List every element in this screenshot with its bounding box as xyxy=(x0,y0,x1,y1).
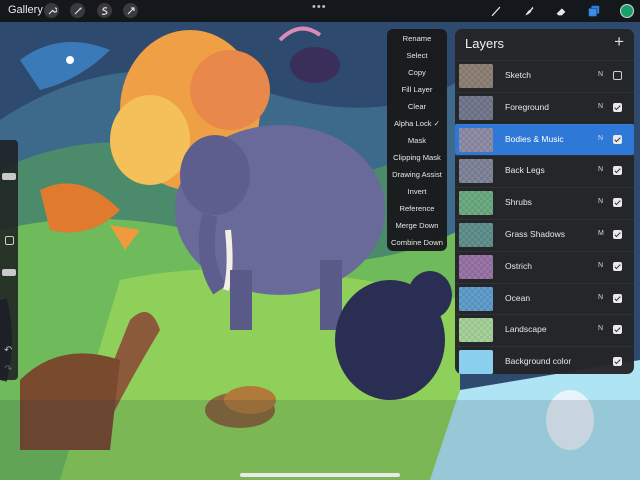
menu-item-rename[interactable]: Rename xyxy=(387,30,447,47)
blend-mode-button[interactable]: N xyxy=(598,294,603,301)
layers-panel: Layers + Sketch N Foreground N Bodies & Musi… xyxy=(455,29,634,377)
menu-item-reference[interactable]: Reference xyxy=(387,200,447,217)
layer-thumbnail xyxy=(459,286,493,311)
brush-size-slider[interactable] xyxy=(2,173,16,181)
menu-item-select[interactable]: Select xyxy=(387,47,447,64)
layer-thumbnail xyxy=(459,318,493,343)
layer-thumbnail xyxy=(459,64,493,88)
add-layer-button[interactable]: + xyxy=(614,32,624,52)
layers-icon[interactable] xyxy=(586,3,602,19)
layer-thumbnail xyxy=(459,159,493,184)
layer-name: Ocean xyxy=(505,292,531,303)
menu-item-mask[interactable]: Mask xyxy=(387,132,447,149)
layer-row[interactable]: Ocean N xyxy=(455,282,634,314)
brush-icon[interactable] xyxy=(488,3,504,19)
visibility-checkbox[interactable] xyxy=(613,293,622,303)
color-picker[interactable] xyxy=(620,4,634,18)
visibility-checkbox[interactable] xyxy=(613,325,622,335)
home-indicator xyxy=(240,473,400,477)
layer-thumbnail xyxy=(459,95,493,120)
layers-panel-title: Layers xyxy=(465,36,505,51)
menu-item-clipping-mask[interactable]: Clipping Mask xyxy=(387,149,447,166)
blend-mode-button[interactable]: N xyxy=(598,262,603,269)
undo-icon[interactable]: ↶ xyxy=(4,345,12,356)
layer-row[interactable]: Ostrich N xyxy=(455,250,634,282)
menu-item-fill-layer[interactable]: Fill Layer xyxy=(387,81,447,98)
blend-mode-button[interactable]: M xyxy=(598,230,604,237)
blend-mode-button[interactable]: N xyxy=(598,166,603,173)
arrow-transform-icon[interactable] xyxy=(123,3,138,18)
menu-item-clear[interactable]: Clear xyxy=(387,98,447,115)
layer-row[interactable]: Landscape N xyxy=(455,314,634,345)
menu-item-invert[interactable]: Invert xyxy=(387,183,447,200)
blend-mode-button[interactable]: N xyxy=(598,135,603,142)
layer-name: Back Legs xyxy=(505,165,545,176)
layer-row[interactable]: Bodies & Music N xyxy=(455,123,634,155)
layer-row[interactable]: Back Legs N xyxy=(455,155,634,186)
layer-thumbnail xyxy=(459,254,493,279)
menu-item-merge-down[interactable]: Merge Down xyxy=(387,217,447,234)
layer-options-menu: Rename Select Copy Fill Layer Clear Alph… xyxy=(387,29,447,251)
visibility-checkbox[interactable] xyxy=(613,230,622,239)
layer-name: Background color xyxy=(505,356,572,367)
visibility-checkbox[interactable] xyxy=(613,198,622,208)
blend-mode-button[interactable]: N xyxy=(598,103,603,110)
layer-row[interactable]: Grass Shadows M xyxy=(455,219,634,250)
eraser-icon[interactable] xyxy=(553,3,569,19)
layer-row[interactable]: Background color xyxy=(455,346,634,377)
smudge-icon[interactable] xyxy=(521,3,537,19)
visibility-checkbox[interactable] xyxy=(613,71,622,80)
gallery-button[interactable]: Gallery xyxy=(8,4,43,16)
blend-mode-button[interactable]: N xyxy=(598,325,603,332)
layer-thumbnail xyxy=(459,127,493,152)
modify-button[interactable] xyxy=(5,236,14,245)
layer-thumbnail xyxy=(459,350,493,375)
visibility-checkbox[interactable] xyxy=(613,134,622,144)
layer-row[interactable]: Shrubs N xyxy=(455,187,634,218)
menu-item-drawing-assist[interactable]: Drawing Assist xyxy=(387,166,447,183)
menu-item-copy[interactable]: Copy xyxy=(387,64,447,81)
layer-name: Landscape xyxy=(505,324,547,335)
wrench-icon[interactable] xyxy=(44,3,59,18)
blend-mode-button[interactable]: N xyxy=(598,198,603,205)
visibility-checkbox[interactable] xyxy=(613,166,622,176)
left-sidebar: ↶ ↷ xyxy=(0,140,18,380)
menu-item-alpha-lock[interactable]: Alpha Lock ✓ xyxy=(387,115,447,132)
selection-s-icon[interactable] xyxy=(97,3,112,18)
layer-name: Foreground xyxy=(505,101,549,112)
top-toolbar: Gallery ••• xyxy=(0,0,640,22)
visibility-checkbox[interactable] xyxy=(613,261,622,271)
layer-thumbnail xyxy=(459,223,493,247)
layer-name: Shrubs xyxy=(505,197,532,208)
menu-item-combine-down[interactable]: Combine Down xyxy=(387,234,447,251)
layer-name: Ostrich xyxy=(505,260,532,271)
visibility-checkbox[interactable] xyxy=(613,102,622,112)
magic-wand-icon[interactable] xyxy=(70,3,85,18)
layer-row[interactable]: Foreground N xyxy=(455,91,634,123)
visibility-checkbox[interactable] xyxy=(613,357,622,367)
layer-row[interactable]: Sketch N xyxy=(455,60,634,91)
layer-name: Bodies & Music xyxy=(505,133,564,144)
blend-mode-button[interactable]: N xyxy=(598,71,603,78)
layer-name: Sketch xyxy=(505,70,531,80)
more-options-icon[interactable]: ••• xyxy=(312,2,327,13)
opacity-slider[interactable] xyxy=(2,269,16,276)
layer-name: Grass Shadows xyxy=(505,229,565,239)
redo-icon[interactable]: ↷ xyxy=(4,364,12,375)
layer-thumbnail xyxy=(459,191,493,216)
